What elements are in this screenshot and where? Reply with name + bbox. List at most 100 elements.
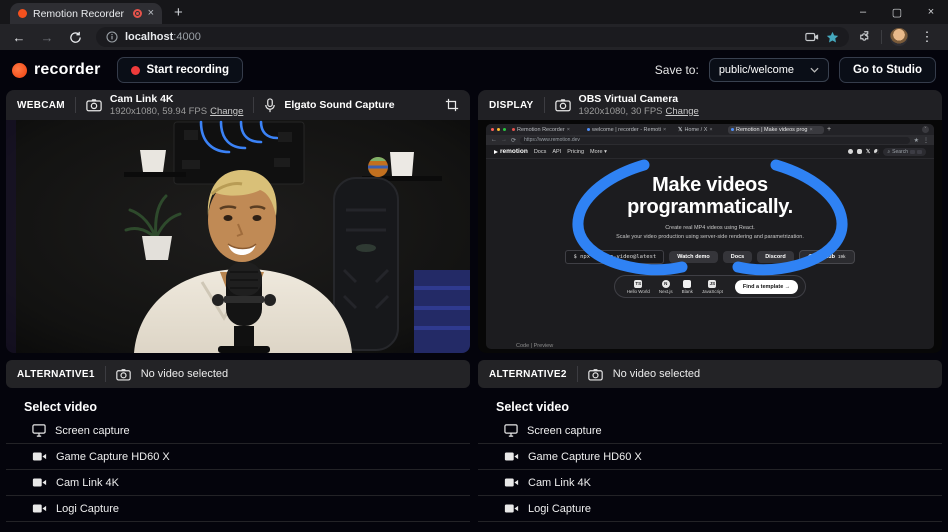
site-info-icon[interactable] <box>106 31 118 43</box>
dark-mode-icon <box>874 149 879 154</box>
chevron-down-icon <box>810 67 819 73</box>
display-device-name: OBS Virtual Camera <box>579 93 699 106</box>
mini-hero: Make videosprogrammatically. Create real… <box>486 159 934 349</box>
toolbar-separator <box>881 30 882 44</box>
remotion-favicon-icon <box>18 9 27 18</box>
remotion-brand: remotion <box>494 148 528 155</box>
webcam-device-name: Cam Link 4K <box>110 93 243 106</box>
video-camera-icon <box>32 451 47 462</box>
select-video-item[interactable]: Cam Link 4K <box>6 470 470 496</box>
save-target-select[interactable]: public/welcome <box>709 58 829 82</box>
forward-icon[interactable]: → <box>36 26 58 48</box>
mini-site-nav: remotion Docs API Pricing More ▾ 𝕏 ⌕Sear… <box>486 145 934 159</box>
microphone-icon <box>264 98 276 113</box>
webcam-device-specs: 1920x1080, 59.94 FPSChange <box>110 106 243 118</box>
alternative1-bar: ALTERNATIVE1 No video selected <box>6 360 470 388</box>
webcam-mic-device[interactable]: Elgato Sound Capture <box>264 98 394 113</box>
select-video-item[interactable]: Game Capture HD60 X <box>6 444 470 470</box>
github-icon <box>848 149 853 154</box>
remotion-site-screenshot: Remotion Recorder× welcome | recorder - … <box>486 124 934 349</box>
new-tab-button[interactable]: + <box>174 4 183 21</box>
mini-tab-strip: Remotion Recorder× welcome | recorder - … <box>486 124 934 135</box>
mini-address: https://www.remotion.dev <box>520 137 910 144</box>
mini-toolbar: ←→⟳ https://www.remotion.dev ★⋮ <box>486 135 934 145</box>
close-button[interactable]: × <box>914 0 948 24</box>
save-to-label: Save to: <box>655 63 699 77</box>
start-recording-button[interactable]: Start recording <box>117 57 243 83</box>
crop-icon[interactable] <box>445 98 459 112</box>
browser-toolbar: ← → localhost:4000 ⋮ <box>0 24 948 50</box>
maximize-button[interactable]: ▢ <box>880 0 914 24</box>
video-camera-icon <box>32 477 47 488</box>
url-text: localhost:4000 <box>125 31 201 43</box>
camera-icon <box>86 98 102 112</box>
browser-tab[interactable]: Remotion Recorder × <box>10 3 162 24</box>
webcam-change-link[interactable]: Change <box>210 106 243 117</box>
display-label: DISPLAY <box>489 100 534 111</box>
video-camera-icon <box>504 451 519 462</box>
app-header: recorder Start recording Save to: public… <box>0 50 948 90</box>
window-controls: – ▢ × <box>846 0 948 24</box>
monitor-icon <box>32 424 46 437</box>
alternative2-label: ALTERNATIVE2 <box>489 369 567 380</box>
webcam-video-preview <box>6 120 470 353</box>
alternative2-bar: ALTERNATIVE2 No video selected <box>478 360 942 388</box>
media-capture-icon[interactable] <box>805 31 819 43</box>
recorder-logo-icon <box>12 63 27 78</box>
webcam-panel: WEBCAM Cam Link 4K 1920x1080, 59.94 FPSC… <box>6 90 470 353</box>
select-video-list: Screen capture Game Capture HD60 X Cam L… <box>478 418 942 522</box>
profile-avatar[interactable] <box>890 28 908 46</box>
mini-tab-search-icon: ˇ <box>922 126 929 133</box>
select-video-item[interactable]: Cam Link 4K <box>478 470 942 496</box>
browser-menu-icon[interactable]: ⋮ <box>916 26 938 48</box>
mini-search: ⌕Search <box>883 148 926 156</box>
record-dot-icon <box>131 66 140 75</box>
back-icon[interactable]: ← <box>8 26 30 48</box>
video-camera-icon <box>504 503 519 514</box>
display-device-specs: 1920x1080, 30 FPSChange <box>579 106 699 118</box>
bookmark-star-icon[interactable] <box>826 31 839 44</box>
address-bar[interactable]: localhost:4000 <box>96 27 849 47</box>
recording-indicator-icon <box>133 9 142 18</box>
select-video-item[interactable]: Logi Capture <box>478 496 942 522</box>
reload-icon[interactable] <box>64 26 86 48</box>
camera-icon <box>555 98 571 112</box>
discord-icon <box>857 149 862 154</box>
display-panel: DISPLAY OBS Virtual Camera 1920x1080, 30… <box>478 90 942 353</box>
webcam-panel-header: WEBCAM Cam Link 4K 1920x1080, 59.94 FPSC… <box>6 90 470 120</box>
tab-close-icon[interactable]: × <box>148 8 154 19</box>
minimize-button[interactable]: – <box>846 0 880 24</box>
video-camera-icon <box>504 477 519 488</box>
select-video-list: Screen capture Game Capture HD60 X Cam L… <box>6 418 470 522</box>
alternative2-status: No video selected <box>613 368 700 380</box>
select-video-item[interactable]: Screen capture <box>6 418 470 444</box>
toolbar-right: ⋮ <box>859 26 940 48</box>
webcam-label: WEBCAM <box>17 100 65 111</box>
select-video-heading: Select video <box>24 400 470 414</box>
go-to-studio-button[interactable]: Go to Studio <box>839 57 936 83</box>
extensions-icon[interactable] <box>859 30 873 44</box>
alternative1-status: No video selected <box>141 368 228 380</box>
remotion-logo-icon <box>494 150 498 154</box>
mic-device-name: Elgato Sound Capture <box>284 99 394 111</box>
alternative1-label: ALTERNATIVE1 <box>17 369 95 380</box>
code-preview-toggle: Code | Preview <box>516 343 553 349</box>
display-device[interactable]: OBS Virtual Camera 1920x1080, 30 FPSChan… <box>555 93 699 118</box>
recorder-app: recorder Start recording Save to: public… <box>0 50 948 532</box>
select-video-item[interactable]: Logi Capture <box>6 496 470 522</box>
select-video-heading: Select video <box>496 400 942 414</box>
camera-icon <box>588 368 603 381</box>
tab-title: Remotion Recorder <box>33 8 127 20</box>
browser-chrome: Remotion Recorder × + – ▢ × ← → localhos… <box>0 0 948 50</box>
x-icon: 𝕏 <box>866 149 870 155</box>
header-right: Save to: public/welcome Go to Studio <box>655 57 936 83</box>
display-change-link[interactable]: Change <box>666 106 699 117</box>
blue-brush-arcs <box>486 159 934 349</box>
display-video-preview: Remotion Recorder× welcome | recorder - … <box>478 120 942 353</box>
display-panel-header: DISPLAY OBS Virtual Camera 1920x1080, 30… <box>478 90 942 120</box>
monitor-icon <box>504 424 518 437</box>
select-video-item[interactable]: Game Capture HD60 X <box>478 444 942 470</box>
select-video-item[interactable]: Screen capture <box>478 418 942 444</box>
tab-strip: Remotion Recorder × + – ▢ × <box>0 0 948 24</box>
webcam-device[interactable]: Cam Link 4K 1920x1080, 59.94 FPSChange <box>86 93 243 118</box>
